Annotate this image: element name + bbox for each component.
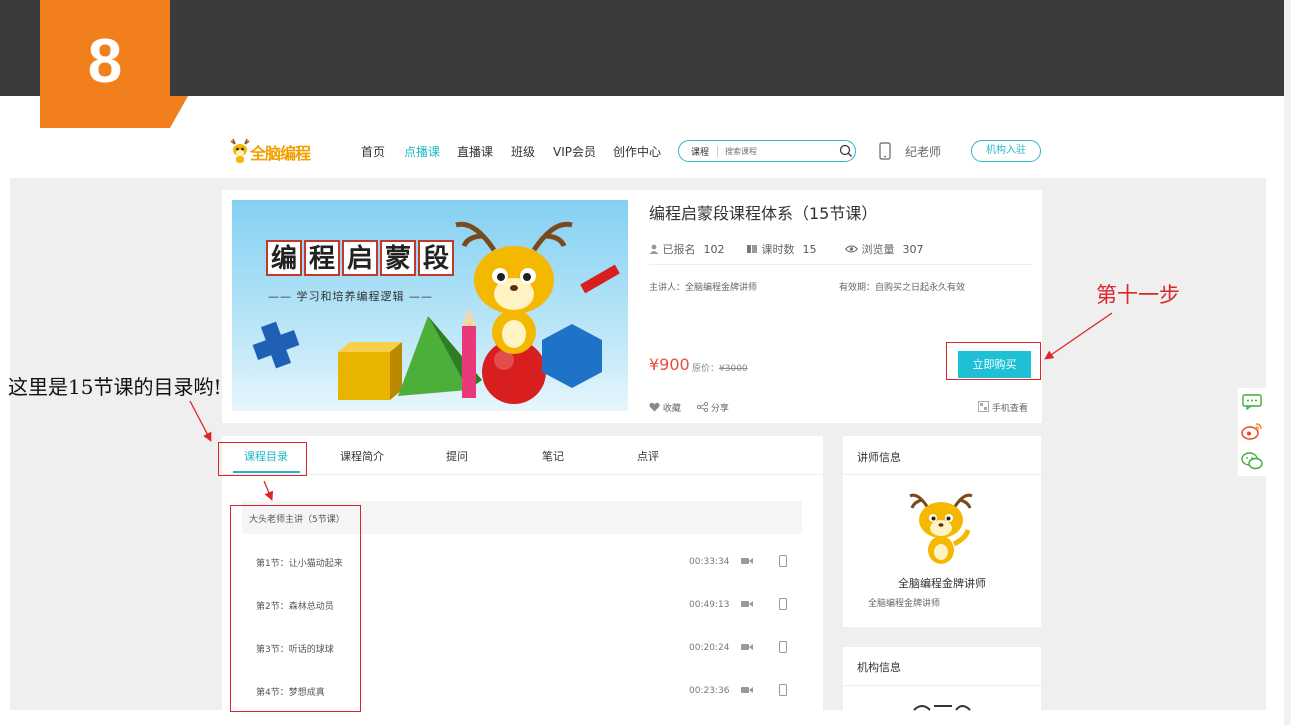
tab-divider bbox=[222, 474, 823, 475]
tab-intro[interactable]: 课程简介 bbox=[340, 448, 384, 464]
weibo-icon[interactable] bbox=[1241, 422, 1263, 440]
lesson-count-stat: 课时数 15 bbox=[746, 241, 817, 257]
catalog-annotation-note: 这里是15节课的目录哟! bbox=[8, 375, 222, 399]
logo-text: 全脑编程 bbox=[250, 144, 311, 163]
step-annotation-label: 第十一步 bbox=[1096, 283, 1180, 307]
buy-button-highlight-box bbox=[946, 342, 1041, 380]
teacher-name[interactable]: 全脑编程金牌讲师 bbox=[898, 575, 986, 591]
collect-label: 收藏 bbox=[662, 404, 681, 414]
enrolled-stat: 已报名 102 bbox=[649, 241, 725, 257]
course-price: ¥900 bbox=[649, 355, 690, 374]
video-camera-icon[interactable] bbox=[741, 686, 753, 694]
user-name[interactable]: 纪老师 bbox=[905, 143, 941, 160]
org-card-heading: 机构信息 bbox=[857, 661, 901, 674]
lesson-count-value: 15 bbox=[802, 243, 817, 256]
catalog-tab-highlight-box bbox=[218, 442, 307, 476]
card-divider bbox=[843, 474, 1041, 475]
banner-illustration bbox=[252, 221, 620, 404]
nav-creator-center[interactable]: 创作中心 bbox=[613, 143, 661, 160]
mobile-view-button[interactable]: 手机查看 bbox=[978, 401, 1028, 414]
original-price: 原价：¥3000 bbox=[692, 361, 748, 374]
lesson-count-label: 课时数 bbox=[761, 243, 795, 256]
enrolled-label: 已报名 bbox=[662, 243, 696, 256]
video-camera-icon[interactable] bbox=[741, 643, 753, 651]
mobile-view-label: 手机查看 bbox=[991, 404, 1028, 414]
message-icon[interactable] bbox=[1242, 394, 1262, 410]
search-box: 课程 bbox=[678, 140, 856, 162]
original-price-label: 原价： bbox=[692, 364, 720, 374]
video-camera-icon[interactable] bbox=[741, 600, 753, 608]
search-input[interactable] bbox=[725, 144, 835, 158]
card-divider bbox=[843, 685, 1041, 686]
user-icon bbox=[649, 244, 659, 254]
top-banner bbox=[0, 0, 1284, 96]
view-count-label: 浏览量 bbox=[861, 243, 895, 256]
search-divider bbox=[717, 146, 718, 157]
tab-notes[interactable]: 笔记 bbox=[542, 448, 564, 464]
page-edge bbox=[1284, 0, 1291, 725]
tab-reviews[interactable]: 点评 bbox=[637, 448, 659, 464]
lesson-duration: 00:23:36 bbox=[689, 686, 730, 696]
mobile-phone-icon[interactable] bbox=[779, 684, 787, 696]
mobile-phone-icon[interactable] bbox=[779, 598, 787, 610]
nav-vip[interactable]: VIP会员 bbox=[553, 143, 596, 160]
share-button[interactable]: 分享 bbox=[696, 401, 729, 414]
course-title: 编程启蒙段课程体系（15节课） bbox=[649, 204, 878, 223]
collect-button[interactable]: 收藏 bbox=[649, 401, 681, 414]
lesson-duration: 00:20:24 bbox=[689, 643, 730, 653]
wechat-icon[interactable] bbox=[1241, 452, 1263, 470]
deer-logo-icon bbox=[230, 138, 250, 163]
enrolled-count: 102 bbox=[703, 243, 725, 256]
teacher-card-heading: 讲师信息 bbox=[857, 451, 901, 464]
share-icon bbox=[696, 401, 709, 413]
teacher-description: 全脑编程金牌讲师 bbox=[868, 599, 941, 609]
course-banner-image: 编 程 启 蒙 段 —— 学习和培养编程逻辑 —— bbox=[232, 200, 628, 411]
nav-class[interactable]: 班级 bbox=[511, 143, 535, 160]
org-logo bbox=[913, 705, 971, 711]
view-count-stat: 浏览量 307 bbox=[844, 241, 924, 257]
teacher-avatar bbox=[909, 493, 973, 564]
validity-info: 有效期：自购买之日起永久有效 bbox=[839, 283, 966, 293]
view-count-value: 307 bbox=[902, 243, 924, 256]
original-price-value: ¥3000 bbox=[719, 364, 748, 374]
eye-icon bbox=[844, 245, 859, 253]
nav-live-course[interactable]: 直播课 bbox=[457, 143, 493, 160]
video-camera-icon[interactable] bbox=[741, 557, 753, 565]
lecturer-info: 主讲人：全脑编程金牌讲师 bbox=[649, 283, 758, 293]
catalog-list-highlight-box bbox=[230, 505, 361, 712]
org-join-button[interactable]: 机构入驻 bbox=[971, 140, 1041, 162]
divider bbox=[649, 264, 1032, 265]
search-icon[interactable] bbox=[839, 144, 853, 158]
share-label: 分享 bbox=[710, 404, 729, 414]
step-number-badge: 8 bbox=[40, 0, 170, 128]
floating-share-bar bbox=[1238, 388, 1266, 476]
nav-home[interactable]: 首页 bbox=[361, 143, 385, 160]
site-logo[interactable]: 全脑编程 bbox=[228, 136, 323, 166]
qrcode-icon bbox=[978, 401, 989, 412]
lesson-duration: 00:33:34 bbox=[689, 557, 730, 567]
mobile-phone-icon[interactable] bbox=[879, 142, 891, 160]
nav-vod-course[interactable]: 点播课 bbox=[404, 143, 440, 160]
mobile-phone-icon[interactable] bbox=[779, 555, 787, 567]
heart-icon bbox=[649, 402, 660, 412]
step-badge-tail bbox=[170, 96, 188, 128]
search-category-select[interactable]: 课程 bbox=[691, 145, 709, 158]
tab-questions[interactable]: 提问 bbox=[446, 448, 468, 464]
mobile-phone-icon[interactable] bbox=[779, 641, 787, 653]
book-icon bbox=[747, 245, 757, 253]
lesson-duration: 00:49:13 bbox=[689, 600, 730, 610]
